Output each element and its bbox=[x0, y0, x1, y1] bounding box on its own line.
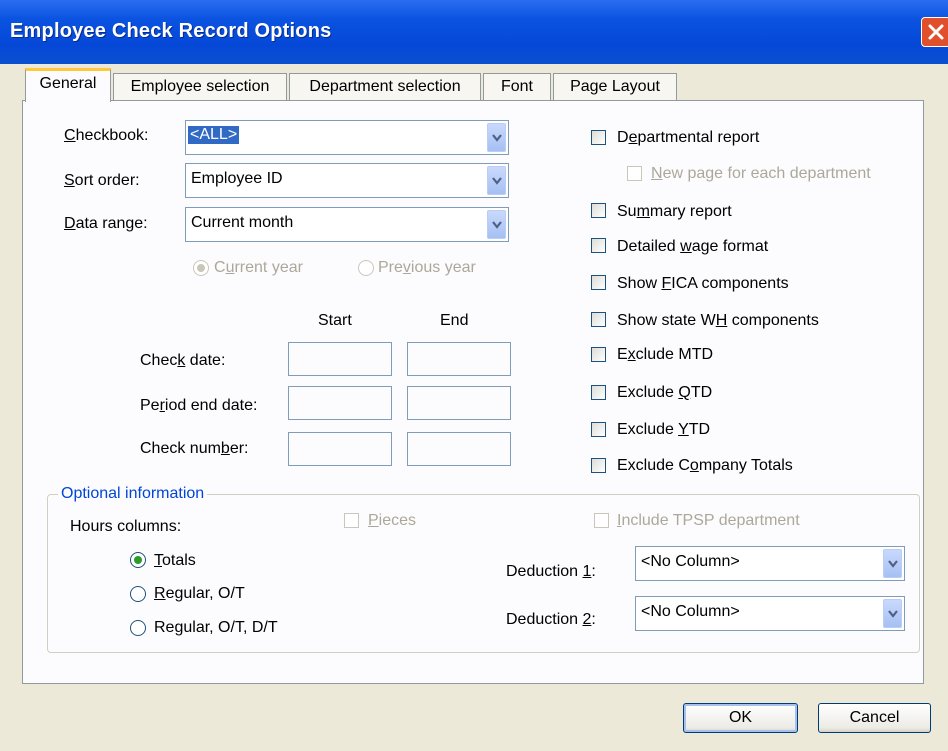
chevron-down-icon bbox=[492, 134, 502, 142]
tab-page-layout[interactable]: Page Layout bbox=[553, 73, 677, 101]
dropdown-arrow[interactable] bbox=[487, 166, 506, 195]
check-date-label: Check date: bbox=[140, 352, 226, 369]
range-start-header: Start bbox=[318, 312, 352, 329]
check-number-label: Check number: bbox=[140, 440, 249, 457]
window-title: Employee Check Record Options bbox=[10, 20, 332, 42]
previous-year-label: Previous year bbox=[378, 259, 476, 276]
deduction1-dropdown[interactable]: <No Column> bbox=[635, 546, 905, 581]
data-range-dropdown[interactable]: Current month bbox=[185, 207, 509, 242]
exclude-company-totals-label: Exclude Company Totals bbox=[617, 457, 793, 474]
exclude-ytd-checkbox[interactable] bbox=[591, 422, 606, 437]
tab-employee-selection[interactable]: Employee selection bbox=[113, 73, 287, 101]
exclude-company-totals-checkbox[interactable] bbox=[591, 458, 606, 473]
title-bar: Employee Check Record Options bbox=[0, 0, 948, 64]
summary-report-label: Summary report bbox=[617, 203, 732, 220]
tab-label: Font bbox=[500, 78, 533, 95]
check-number-end-field[interactable] bbox=[407, 432, 511, 466]
check-date-end-field[interactable] bbox=[407, 342, 511, 376]
sort-order-label: Sort order: bbox=[64, 172, 140, 189]
sort-order-dropdown[interactable]: Employee ID bbox=[185, 163, 509, 198]
hours-regular-ot-label: Regular, O/T bbox=[154, 585, 245, 602]
dropdown-arrow[interactable] bbox=[487, 123, 506, 152]
previous-year-radio[interactable] bbox=[358, 260, 374, 276]
period-end-date-start-field[interactable] bbox=[288, 386, 392, 420]
period-end-date-label: Period end date: bbox=[140, 397, 258, 414]
exclude-mtd-checkbox[interactable] bbox=[591, 347, 606, 362]
dropdown-arrow[interactable] bbox=[487, 210, 506, 239]
pieces-checkbox[interactable] bbox=[344, 513, 359, 528]
dropdown-arrow[interactable] bbox=[883, 599, 902, 628]
deduction2-label: Deduction 2: bbox=[506, 611, 596, 628]
exclude-mtd-label: Exclude MTD bbox=[617, 346, 714, 363]
ok-button[interactable]: OK bbox=[683, 703, 798, 733]
tab-label: General bbox=[39, 75, 97, 92]
show-fica-components-label: Show FICA components bbox=[617, 275, 789, 292]
pieces-label: Pieces bbox=[368, 512, 417, 529]
radio-selected-dot bbox=[134, 556, 142, 564]
include-tpsp-department-checkbox[interactable] bbox=[594, 513, 609, 528]
deduction2-value: <No Column> bbox=[641, 603, 740, 620]
exclude-qtd-checkbox[interactable] bbox=[591, 385, 606, 400]
deduction2-dropdown[interactable]: <No Column> bbox=[635, 596, 905, 631]
radio-selected-dot bbox=[197, 264, 205, 272]
tab-label: Employee selection bbox=[130, 78, 270, 95]
detailed-wage-format-checkbox[interactable] bbox=[591, 238, 606, 253]
exclude-ytd-label: Exclude YTD bbox=[617, 421, 711, 438]
summary-report-checkbox[interactable] bbox=[591, 203, 606, 218]
show-state-wh-components-checkbox[interactable] bbox=[591, 312, 606, 327]
new-page-per-department-label: New page for each department bbox=[651, 165, 871, 182]
current-year-label: Current year bbox=[214, 259, 303, 276]
tab-font[interactable]: Font bbox=[483, 73, 551, 101]
chevron-down-icon bbox=[492, 221, 502, 229]
show-state-wh-components-label: Show state WH components bbox=[617, 312, 819, 329]
departmental-report-label: Departmental report bbox=[617, 129, 760, 146]
hours-totals-label: Totals bbox=[154, 552, 196, 569]
new-page-per-department-checkbox[interactable] bbox=[627, 166, 642, 181]
range-end-header: End bbox=[440, 312, 469, 329]
check-number-start-field[interactable] bbox=[288, 432, 392, 466]
deduction1-label: Deduction 1: bbox=[506, 563, 596, 580]
detailed-wage-format-label: Detailed wage format bbox=[617, 238, 769, 255]
checkbook-value: <ALL> bbox=[188, 126, 240, 144]
tab-department-selection[interactable]: Department selection bbox=[289, 73, 481, 101]
tab-general[interactable]: General bbox=[25, 68, 111, 102]
show-fica-components-checkbox[interactable] bbox=[591, 275, 606, 290]
chevron-down-icon bbox=[492, 177, 502, 185]
hours-columns-label: Hours columns: bbox=[70, 518, 182, 535]
close-icon bbox=[928, 24, 944, 40]
data-range-label: Data range: bbox=[64, 215, 148, 232]
data-range-value: Current month bbox=[191, 214, 294, 231]
current-year-radio[interactable] bbox=[193, 260, 209, 276]
checkbook-dropdown[interactable]: <ALL> bbox=[185, 120, 509, 155]
period-end-date-end-field[interactable] bbox=[407, 386, 511, 420]
checkbook-label: Checkbook: bbox=[64, 127, 149, 144]
tab-label: Page Layout bbox=[570, 78, 660, 95]
departmental-report-checkbox[interactable] bbox=[591, 130, 606, 145]
exclude-qtd-label: Exclude QTD bbox=[617, 384, 713, 401]
chevron-down-icon bbox=[888, 610, 898, 618]
deduction1-value: <No Column> bbox=[641, 553, 740, 570]
dropdown-arrow[interactable] bbox=[883, 549, 902, 578]
sort-order-value: Employee ID bbox=[191, 170, 283, 187]
hours-totals-radio[interactable] bbox=[130, 552, 146, 568]
close-button[interactable] bbox=[921, 17, 948, 47]
check-date-start-field[interactable] bbox=[288, 342, 392, 376]
hours-regular-ot-dt-radio[interactable] bbox=[130, 620, 146, 636]
cancel-button[interactable]: Cancel bbox=[818, 703, 931, 733]
optional-information-title: Optional information bbox=[58, 485, 208, 503]
tab-label: Department selection bbox=[309, 78, 461, 95]
chevron-down-icon bbox=[888, 560, 898, 568]
hours-regular-ot-dt-label: Regular, O/T, D/T bbox=[154, 619, 278, 636]
hours-regular-ot-radio[interactable] bbox=[130, 586, 146, 602]
include-tpsp-department-label: Include TPSP department bbox=[617, 512, 800, 529]
